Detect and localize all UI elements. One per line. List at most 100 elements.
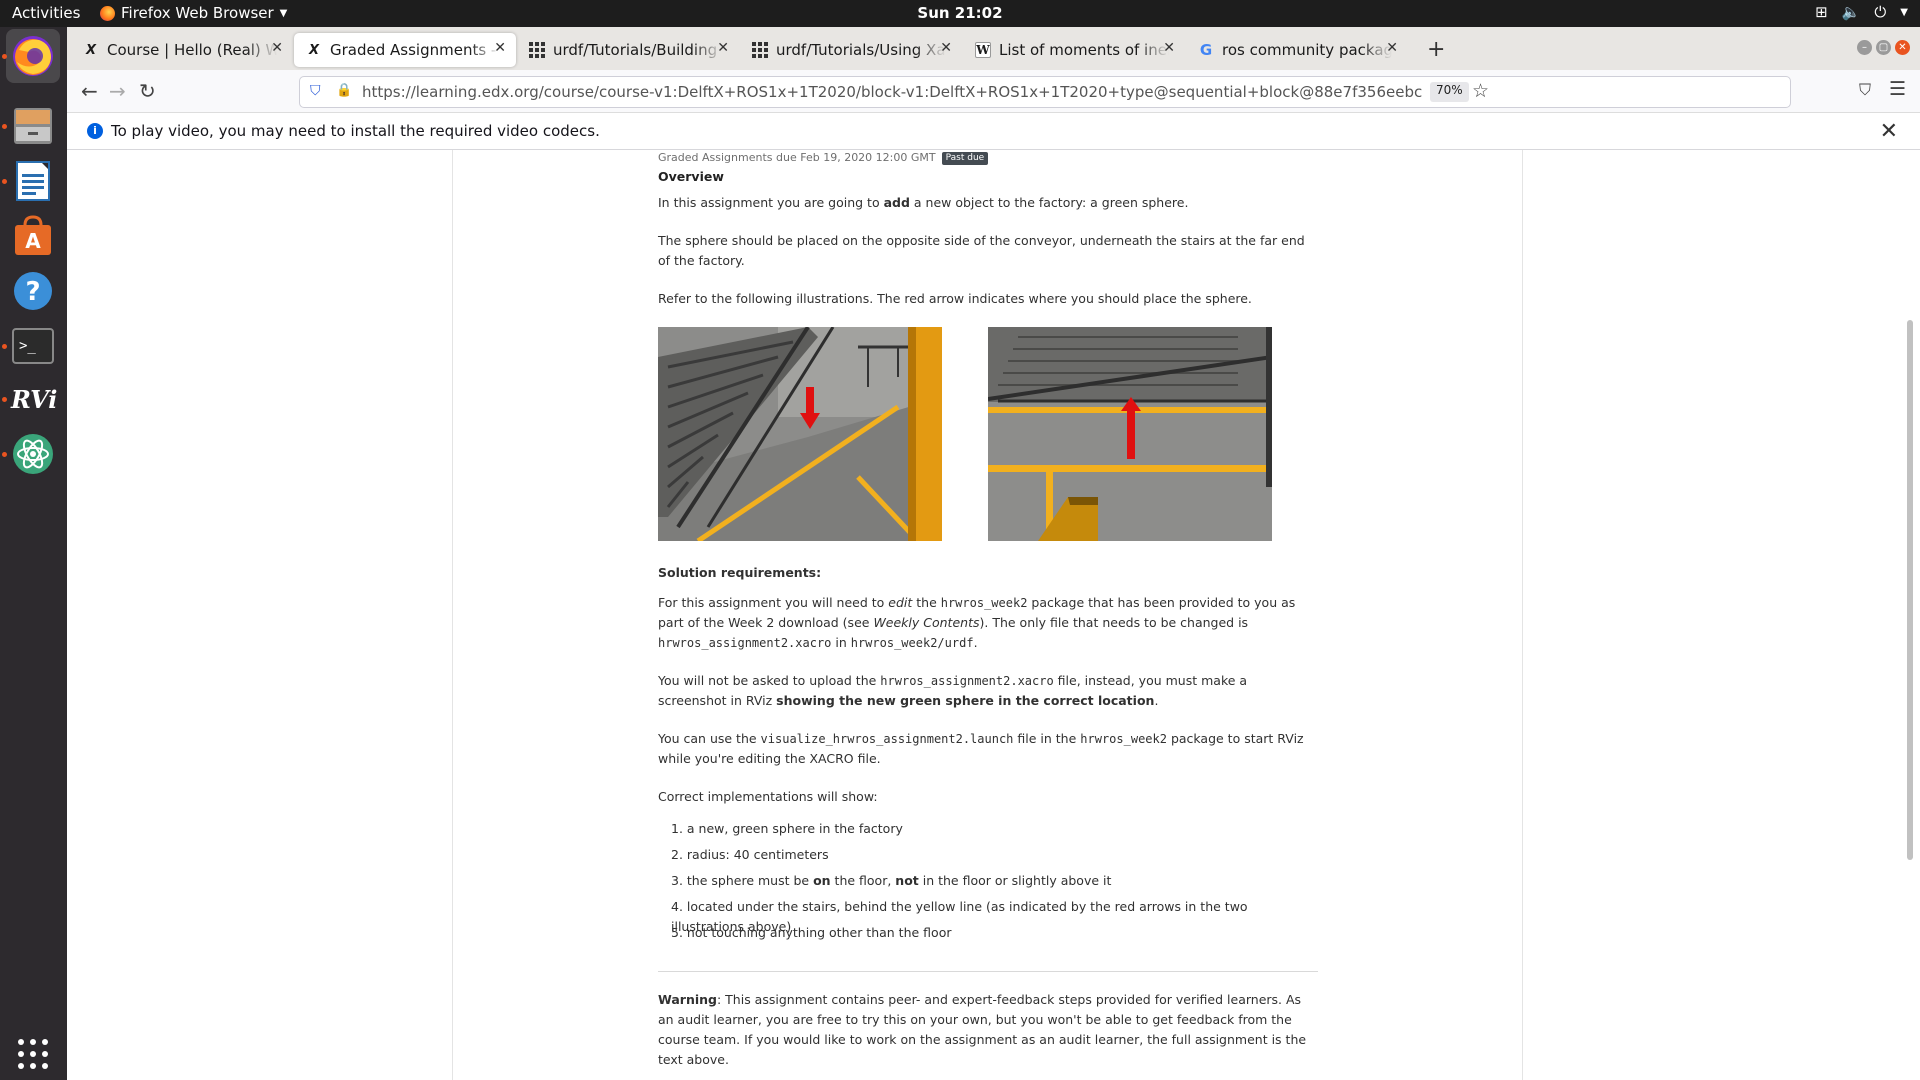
list-item: 5. not touching anything other than the … (671, 925, 952, 940)
notification-message: To play video, you may need to install t… (111, 122, 600, 140)
tab-ros-community-packages[interactable]: G ros community packages ✕ (1186, 33, 1408, 67)
illustrations (658, 327, 1318, 541)
illustration-stairs-side (658, 327, 942, 541)
document-writer-icon (16, 161, 50, 201)
running-indicator (2, 452, 7, 457)
close-tab-icon[interactable]: ✕ (1386, 40, 1398, 56)
page-scrollbar[interactable] (1907, 320, 1913, 860)
zoom-indicator[interactable]: 70% (1430, 82, 1469, 102)
tab-title: urdf/Tutorials/Using Xacro to Clean Up (776, 41, 946, 59)
tab-strip: X Course | Hello (Real) World with ROS ✕… (67, 27, 1920, 70)
rviz-icon: RViz (10, 385, 57, 414)
pocket-icon[interactable]: ⛉ (1859, 80, 1871, 100)
requirements-list: 1. a new, green sphere in the factory 2.… (671, 819, 1318, 949)
tab-title: urdf/Tutorials/Building a Visual Robot M… (553, 41, 723, 59)
svg-text:A: A (25, 229, 41, 253)
dock-rviz[interactable]: RViz (6, 372, 60, 426)
app-grid-icon (18, 1039, 48, 1069)
dock-libreoffice-writer[interactable] (6, 154, 60, 208)
svg-text:>_: >_ (19, 338, 36, 354)
codec-notification-bar: i To play video, you may need to install… (67, 113, 1920, 150)
close-tab-icon[interactable]: ✕ (494, 40, 506, 56)
url-text[interactable]: https://learning.edx.org/course/course-v… (362, 83, 1422, 101)
screenshot-paragraph: You will not be asked to upload the hrwr… (658, 673, 1248, 708)
ros-wiki-icon (752, 42, 768, 58)
tab-urdf-using-xacro[interactable]: urdf/Tutorials/Using Xacro to Clean Up ✕ (740, 33, 962, 67)
tab-title: Graded Assignments - Week 2 (330, 41, 500, 59)
due-date-meta: Graded Assignments due Feb 19, 2020 12:0… (658, 150, 1318, 166)
app-menu[interactable]: Firefox Web Browser ▼ (100, 4, 287, 22)
terminal-icon: >_ (12, 328, 54, 364)
navigation-toolbar: ← → ↻ ⛉ 🔒 https://learning.edx.org/cours… (67, 70, 1920, 113)
close-tab-icon[interactable]: ✕ (717, 40, 729, 56)
dock-atom[interactable] (6, 427, 60, 481)
overview-heading: Overview (658, 169, 724, 184)
tab-moments-of-inertia[interactable]: W List of moments of inertia ✕ (963, 33, 1185, 67)
running-indicator (2, 179, 7, 184)
new-tab-button[interactable]: + (1427, 37, 1445, 62)
launch-file-paragraph: You can use the visualize_hrwros_assignm… (658, 731, 1304, 766)
svg-text:?: ? (25, 277, 40, 307)
list-item: 4. located under the stairs, behind the … (671, 899, 1248, 934)
bookmark-star-icon[interactable]: ☆ (1472, 80, 1489, 102)
svg-text:RViz: RViz (10, 385, 57, 414)
list-item: 3. the sphere must be on the floor, not … (671, 873, 1112, 888)
dock-help[interactable]: ? (6, 264, 60, 318)
maximize-button[interactable]: ▢ (1876, 40, 1891, 55)
tab-title: ros community packages (1222, 41, 1392, 59)
assignment-article: Graded Assignments due Feb 19, 2020 12:0… (658, 150, 1318, 1080)
dock: A ? >_ RViz (0, 27, 67, 1080)
dock-software-center[interactable]: A (6, 209, 60, 263)
close-window-button[interactable]: ✕ (1895, 40, 1910, 55)
clock: Sun 21:02 (917, 4, 1003, 22)
placement-paragraph: The sphere should be placed on the oppos… (658, 233, 1305, 268)
past-due-badge: Past due (941, 151, 989, 165)
correct-implementations-intro: Correct implementations will show: (658, 789, 878, 804)
close-tab-icon[interactable]: ✕ (940, 40, 952, 56)
page-content: Graded Assignments due Feb 19, 2020 12:0… (67, 150, 1920, 1080)
url-bar[interactable]: ⛉ 🔒 https://learning.edx.org/course/cour… (299, 76, 1791, 108)
activities-button[interactable]: Activities (12, 4, 80, 22)
edx-icon: X (85, 42, 97, 58)
power-icon[interactable]: ⏻ (1874, 3, 1886, 21)
network-icon[interactable]: ⊞ (1815, 3, 1828, 21)
edx-icon: X (308, 42, 320, 58)
reload-button[interactable]: ↻ (139, 79, 156, 103)
hamburger-menu-icon[interactable]: ☰ (1889, 78, 1906, 100)
intro-paragraph: In this assignment you are going to add … (658, 195, 1189, 210)
volume-icon[interactable]: 🔈 (1842, 3, 1861, 21)
lock-icon[interactable]: 🔒 (336, 83, 352, 98)
column-divider (1522, 150, 1523, 1080)
system-top-bar: Activities Firefox Web Browser ▼ Sun 21:… (0, 0, 1920, 27)
google-icon: G (1199, 41, 1213, 59)
tab-course-hello-real-world[interactable]: X Course | Hello (Real) World with ROS ✕ (71, 33, 293, 67)
close-tab-icon[interactable]: ✕ (271, 40, 283, 56)
close-tab-icon[interactable]: ✕ (1163, 40, 1175, 56)
tab-urdf-building-visual-robot[interactable]: urdf/Tutorials/Building a Visual Robot M… (517, 33, 739, 67)
dock-files[interactable] (6, 99, 60, 153)
dock-firefox[interactable] (6, 29, 60, 83)
running-indicator (2, 124, 7, 129)
list-item: 1. a new, green sphere in the factory (671, 821, 903, 836)
system-tray[interactable]: ⊞ 🔈 ⏻ ▼ (1815, 3, 1908, 21)
dock-terminal[interactable]: >_ (6, 319, 60, 373)
minimize-button[interactable]: – (1857, 40, 1872, 55)
app-menu-label: Firefox Web Browser (121, 4, 274, 22)
tab-title: Course | Hello (Real) World with ROS (107, 41, 277, 59)
ros-wiki-icon (529, 42, 545, 58)
list-item: 2. radius: 40 centimeters (671, 847, 829, 862)
illustration-stairs-front (988, 327, 1272, 541)
firefox-icon (100, 5, 115, 21)
illustration-intro-paragraph: Refer to the following illustrations. Th… (658, 291, 1252, 306)
show-applications-button[interactable] (6, 1027, 60, 1080)
running-indicator (2, 54, 7, 59)
wikipedia-icon: W (975, 42, 991, 58)
forward-button[interactable]: → (109, 79, 126, 103)
divider (658, 971, 1318, 972)
chevron-down-icon[interactable]: ▼ (1900, 7, 1908, 18)
column-divider (452, 150, 453, 1080)
tracking-protection-shield-icon[interactable]: ⛉ (310, 83, 321, 99)
tab-graded-assignments[interactable]: X Graded Assignments - Week 2 ✕ (294, 33, 516, 67)
back-button[interactable]: ← (81, 79, 98, 103)
close-notification-icon[interactable]: ✕ (1880, 119, 1898, 144)
